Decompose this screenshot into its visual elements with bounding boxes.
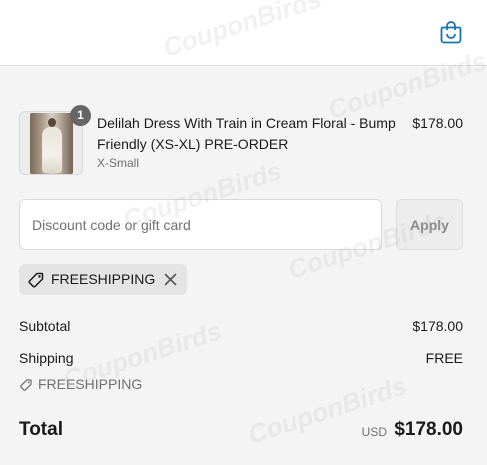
checkout-header bbox=[0, 0, 487, 66]
shopping-bag-icon bbox=[440, 21, 462, 44]
applied-code-label: FREESHIPPING bbox=[51, 271, 156, 287]
total-value: $178.00 bbox=[394, 419, 463, 440]
quantity-badge: 1 bbox=[70, 105, 91, 126]
shipping-value: FREE bbox=[425, 350, 463, 366]
cart-button[interactable] bbox=[440, 20, 462, 44]
shipping-discount-code: FREESHIPPING bbox=[38, 376, 143, 392]
line-item: 1 Delilah Dress With Train in Cream Flor… bbox=[19, 105, 463, 175]
product-price: $178.00 bbox=[412, 115, 463, 131]
remove-code-close-icon[interactable] bbox=[162, 271, 179, 288]
tag-icon bbox=[19, 378, 33, 392]
product-title: Delilah Dress With Train in Cream Floral… bbox=[97, 115, 396, 152]
shipping-label: Shipping bbox=[19, 350, 74, 366]
apply-button[interactable]: Apply bbox=[396, 199, 463, 250]
subtotal-value: $178.00 bbox=[412, 318, 463, 334]
product-image bbox=[30, 113, 73, 174]
total-label: Total bbox=[19, 419, 63, 440]
tag-icon bbox=[27, 271, 45, 289]
product-thumbnail: 1 bbox=[19, 105, 91, 175]
subtotal-label: Subtotal bbox=[19, 318, 71, 334]
product-image-model-head bbox=[48, 118, 56, 127]
total-currency: USD bbox=[361, 425, 387, 439]
applied-discount-chip: FREESHIPPING bbox=[19, 264, 187, 295]
product-image-dress bbox=[42, 127, 62, 173]
discount-code-input[interactable] bbox=[19, 199, 382, 250]
product-variant: X-Small bbox=[97, 156, 140, 170]
